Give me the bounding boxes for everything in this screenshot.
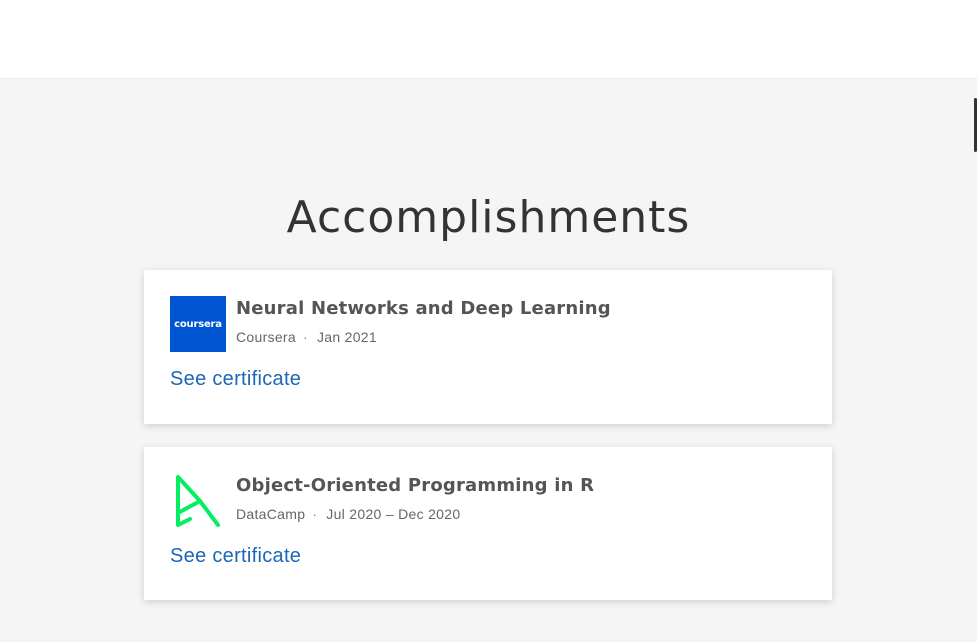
accomplishment-date: Jul 2020 – Dec 2020 [326,506,461,522]
accomplishment-meta: DataCamp · Jul 2020 – Dec 2020 [236,506,460,522]
accomplishment-title: Neural Networks and Deep Learning [236,298,611,319]
coursera-logo-icon: coursera [170,296,226,352]
see-certificate-link[interactable]: See certificate [170,368,301,391]
accomplishment-card: Object-Oriented Programming in R DataCam… [144,447,832,600]
section-title: Accomplishments [286,192,691,243]
accomplishment-title: Object-Oriented Programming in R [236,475,595,496]
coursera-logo-text: coursera [174,318,222,330]
meta-separator: · [302,329,308,345]
top-band [0,0,977,79]
accomplishment-issuer: Coursera [236,329,296,345]
accomplishment-card: coursera Neural Networks and Deep Learni… [144,270,832,424]
accomplishment-issuer: DataCamp [236,506,306,522]
meta-separator: · [312,506,318,522]
see-certificate-link[interactable]: See certificate [170,545,301,568]
accomplishment-date: Jan 2021 [316,329,377,345]
accomplishment-meta: Coursera · Jan 2021 [236,329,377,345]
datacamp-logo-icon [170,473,226,529]
